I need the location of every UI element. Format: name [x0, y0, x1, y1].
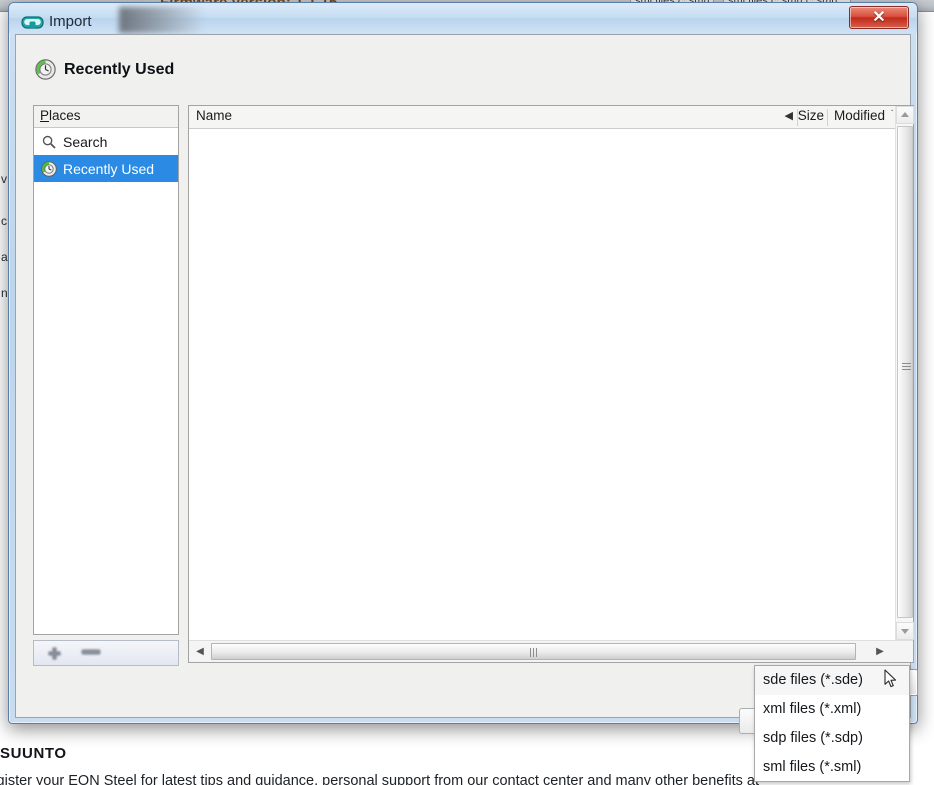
scrollbar-grip-icon: [529, 648, 539, 657]
search-icon: [42, 135, 56, 149]
places-header: Places: [34, 106, 178, 128]
location-header: Recently Used: [16, 35, 910, 97]
file-list-vertical-scrollbar[interactable]: [895, 106, 914, 640]
add-place-button[interactable]: [46, 647, 63, 662]
file-filter-option-xml[interactable]: xml files (*.xml): [755, 695, 909, 724]
suunto-brand-title: SUUNTO: [0, 745, 67, 762]
column-header-modified[interactable]: Modified: [834, 108, 885, 123]
import-dialog: Import ✕ Recently Used Places Search Rec…: [8, 2, 918, 782]
recent-clock-icon: [35, 59, 56, 80]
places-toolbar: [33, 640, 179, 666]
current-location-title: Recently Used: [64, 61, 175, 78]
column-divider: [827, 109, 828, 126]
remove-place-button[interactable]: [81, 647, 101, 657]
column-header-name[interactable]: Name: [196, 108, 232, 123]
scroll-right-arrow-icon[interactable]: ▶: [871, 642, 889, 661]
vertical-scrollbar-thumb[interactable]: [897, 126, 913, 618]
file-list-body[interactable]: [189, 129, 895, 641]
dialog-client-area: Recently Used Places Search Recently Use…: [15, 34, 918, 734]
file-filter-option-sdp[interactable]: sdp files (*.sdp): [755, 724, 909, 753]
file-list-pane: Name ◀ Size Modified ˙ ◀ ▶: [188, 105, 914, 663]
places-header-mnemonic: P: [40, 108, 50, 123]
file-filter-option-sml[interactable]: sml files (*.sml): [755, 753, 909, 782]
dive-mask-icon: [21, 16, 44, 29]
column-header-size[interactable]: Size: [798, 108, 824, 123]
scroll-down-arrow-icon[interactable]: [896, 622, 914, 640]
sidebar-item-recently-used[interactable]: Recently Used: [34, 155, 178, 182]
places-header-rest: laces: [49, 108, 81, 123]
suunto-promo-text: Register your EON Steel for latest tips …: [0, 773, 760, 785]
sidebar-item-label: Search: [63, 133, 108, 150]
sidebar-item-label: Recently Used: [63, 160, 155, 177]
scrollbar-grip-icon: [902, 363, 911, 372]
scroll-left-arrow-icon[interactable]: ◀: [191, 642, 209, 661]
titlebar-blurred-region: [119, 7, 204, 33]
close-button[interactable]: ✕: [849, 6, 909, 29]
file-list-header: Name ◀ Size Modified ˙: [189, 106, 913, 129]
screen: Firmware version: 1.1.15 sml files (*.sm…: [0, 0, 934, 785]
file-list-horizontal-scrollbar[interactable]: ◀ ▶: [189, 640, 913, 662]
recent-clock-icon: [41, 160, 57, 177]
sidebar-item-search[interactable]: Search: [34, 128, 178, 155]
horizontal-scrollbar-thumb[interactable]: [211, 643, 856, 660]
dialog-title: Import: [49, 13, 92, 30]
dialog-titlebar[interactable]: Import ✕: [9, 3, 917, 33]
places-pane: Places Search Recently Used: [33, 105, 179, 635]
scroll-up-arrow-icon[interactable]: [896, 106, 914, 124]
sort-indicator-icon: ◀: [784, 110, 793, 122]
mouse-cursor-icon: [884, 669, 897, 688]
